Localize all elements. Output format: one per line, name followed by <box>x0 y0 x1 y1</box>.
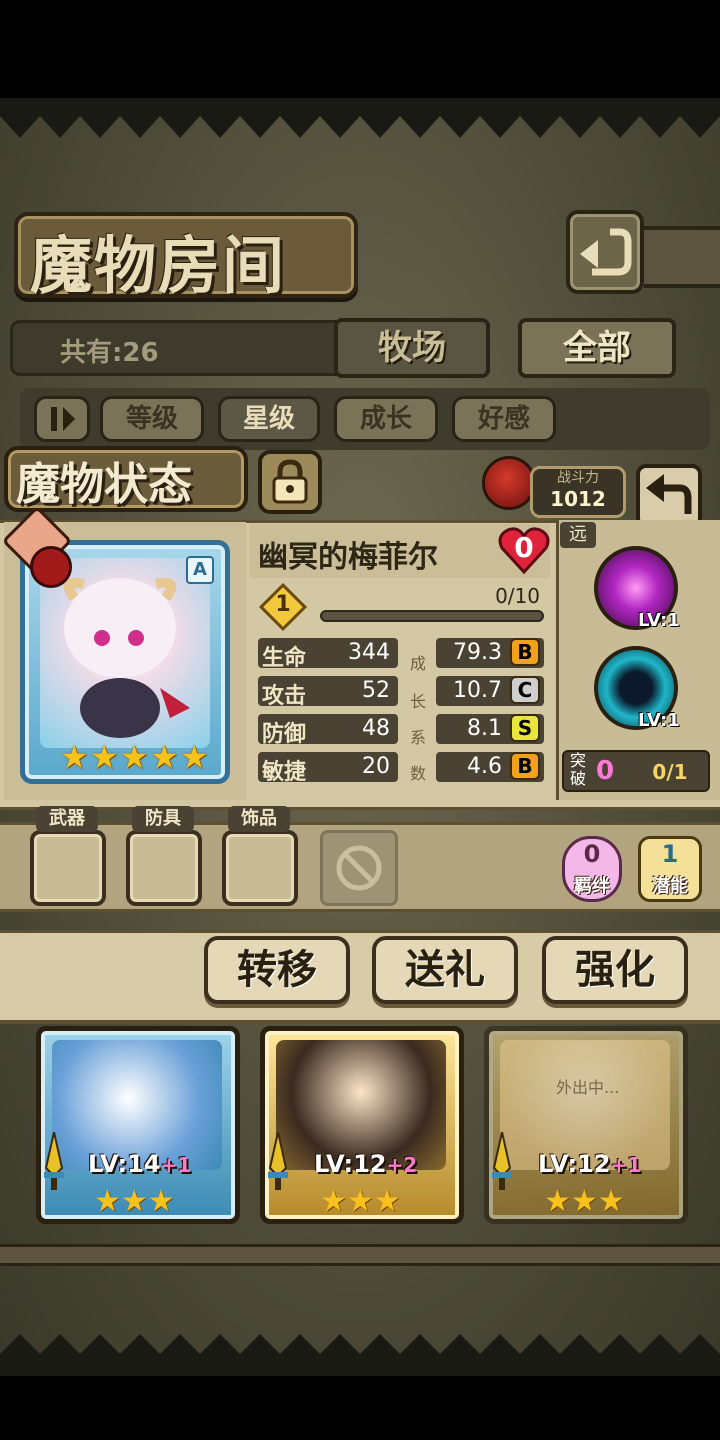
star-icon: ★ <box>180 738 209 776</box>
bottom-frame <box>0 1244 720 1266</box>
back-button-rail <box>644 226 720 288</box>
stat-name: 防御 <box>262 722 307 747</box>
sword-icon <box>44 1132 64 1190</box>
transfer-button[interactable]: 转移 <box>204 936 350 1004</box>
sort-growth-button[interactable]: 成长 <box>334 396 438 442</box>
stat-name: 敏捷 <box>262 760 307 785</box>
breakthrough-count: 0 <box>596 756 615 786</box>
potential-label: 潜能 <box>652 876 688 897</box>
monster-portrait <box>40 558 210 748</box>
top-torn-edge <box>0 98 720 138</box>
affection-value: 0 <box>514 531 534 564</box>
monster-card-level: LV:14+1 <box>88 1150 192 1178</box>
monster-card-level: LV:12+2 <box>314 1150 418 1178</box>
accessory-label: 饰品 <box>228 806 290 832</box>
back-arrow-icon <box>580 228 632 276</box>
xp-text: 0/10 <box>495 584 540 608</box>
grade-badge: C <box>510 676 540 704</box>
sort-toggle-button[interactable] <box>34 396 90 442</box>
stat-name: 生命 <box>262 646 307 671</box>
monster-level: 1 <box>275 592 291 617</box>
growth-value: 10.7 <box>453 678 502 703</box>
bottom-torn-edge <box>0 1334 720 1376</box>
accessory-slot[interactable] <box>222 830 298 906</box>
gift-button[interactable]: 送礼 <box>372 936 518 1004</box>
growth-label-char: 数 <box>409 764 426 783</box>
growth-label-char: 长 <box>409 692 426 711</box>
breakthrough-label: 突破 <box>569 751 586 788</box>
potential-count: 1 <box>661 840 679 868</box>
skill-1-level: LV:1 <box>638 610 680 631</box>
weapon-slot[interactable] <box>30 830 106 906</box>
combat-power-box: 战斗力 1012 <box>530 466 626 518</box>
armor-label: 防具 <box>132 806 194 832</box>
combat-power-value: 1012 <box>550 487 606 511</box>
growth-label-char: 系 <box>409 728 426 747</box>
weapon-label: 武器 <box>36 806 98 832</box>
monster-count: 共有:26 <box>60 338 159 368</box>
sort-star-button[interactable]: 星级 <box>218 396 320 442</box>
growth-value: 4.6 <box>467 754 502 779</box>
return-button[interactable] <box>636 464 702 528</box>
monster-name: 幽冥的梅菲尔 <box>258 540 438 575</box>
sword-icon <box>492 1132 512 1190</box>
rank-badge: A <box>186 556 214 584</box>
tab-ranch[interactable]: 牧场 <box>334 318 490 378</box>
away-status: 外出中... <box>556 1078 620 1097</box>
stat-value: 20 <box>362 754 390 779</box>
breakthrough-progress: 0/1 <box>652 760 688 784</box>
growth-value: 79.3 <box>453 640 502 665</box>
stat-value: 48 <box>362 716 390 741</box>
sword-icon <box>268 1132 288 1190</box>
grade-badge: S <box>510 714 540 742</box>
bond-count: 0 <box>583 840 601 868</box>
monster-card-level: LV:12+1 <box>538 1150 642 1178</box>
stat-value: 344 <box>348 640 390 665</box>
lock-button[interactable] <box>258 450 322 514</box>
pause-sort-icon <box>51 407 75 431</box>
stat-name: 攻击 <box>262 684 307 709</box>
enhance-button[interactable]: 强化 <box>542 936 688 1004</box>
locked-slot <box>320 830 398 906</box>
card-stars: ★★★ <box>320 1184 401 1219</box>
sort-level-button[interactable]: 等级 <box>100 396 204 442</box>
element-fire-icon <box>482 456 536 510</box>
combat-power-label: 战斗力 <box>557 470 599 486</box>
star-icon: ★ <box>60 738 89 776</box>
element-orb-icon <box>30 546 72 588</box>
skill-2-level: LV:1 <box>638 710 680 731</box>
page-title: 魔物房间 <box>30 229 287 302</box>
back-button[interactable] <box>566 210 644 294</box>
tab-all[interactable]: 全部 <box>518 318 676 378</box>
grade-badge: B <box>510 752 540 780</box>
star-icon: ★ <box>150 738 179 776</box>
grade-badge: B <box>510 638 540 666</box>
bond-label: 羁绊 <box>574 876 610 897</box>
star-icon: ★ <box>90 738 119 776</box>
growth-label-char: 成 <box>409 654 426 673</box>
card-stars: ★★★ <box>94 1184 175 1219</box>
status-title: 魔物状态 <box>16 459 192 510</box>
stat-value: 52 <box>362 678 390 703</box>
growth-value: 8.1 <box>467 716 502 741</box>
armor-slot[interactable] <box>126 830 202 906</box>
xp-bar <box>320 610 544 622</box>
sort-affection-button[interactable]: 好感 <box>452 396 556 442</box>
return-arrow-icon <box>646 474 692 514</box>
card-stars: ★★★ <box>544 1184 625 1219</box>
disabled-icon <box>336 845 382 891</box>
range-tag: 远 <box>560 522 596 548</box>
star-icon: ★ <box>120 738 149 776</box>
lock-icon <box>272 459 308 504</box>
